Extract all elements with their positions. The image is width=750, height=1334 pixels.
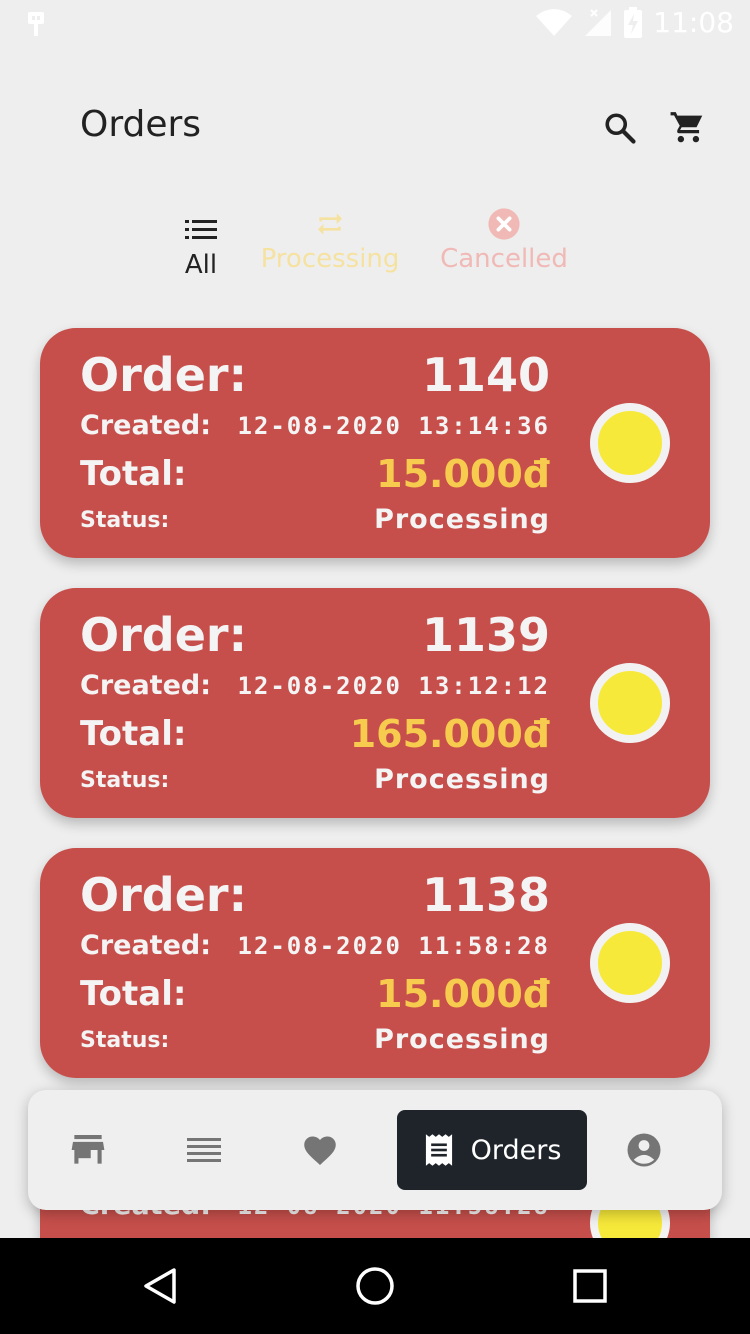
order-label: Order: [80,868,247,922]
nav-orders-active[interactable]: Orders [397,1110,587,1190]
order-label: Order: [80,608,247,662]
tab-cancelled[interactable]: Cancelled [436,204,572,274]
app-header: Orders [0,100,750,160]
receipt-icon [425,1134,452,1166]
status-label: Status: [80,1028,170,1053]
recents-square-icon [573,1269,607,1303]
system-navigation-bar [0,1238,750,1334]
system-recents-button[interactable] [568,1264,612,1308]
order-card[interactable]: Order: 1138 Created: 12-08-2020 11:58:28… [40,848,710,1078]
order-total: 15.000đ [376,452,550,496]
created-date: 12-08-2020 13:12:12 [237,672,550,700]
total-label: Total: [80,454,187,494]
status-indicator-dot [590,403,670,483]
order-status: Processing [374,764,550,795]
nav-profile[interactable] [612,1110,676,1190]
wifi-icon [536,8,573,36]
clock: 11:08 [653,6,734,39]
status-label: Status: [80,508,170,533]
nav-favorites[interactable] [288,1110,352,1190]
system-back-button[interactable] [138,1264,182,1308]
system-home-button[interactable] [353,1264,397,1308]
tab-all[interactable]: All [176,210,226,280]
search-button[interactable] [600,108,640,148]
page-title: Orders [80,104,202,145]
menu-lines-icon [187,1138,221,1162]
order-card[interactable]: Order: 1140 Created: 12-08-2020 13:14:36… [40,328,710,558]
order-card[interactable]: Order: 1139 Created: 12-08-2020 13:12:12… [40,588,710,818]
home-circle-icon [356,1267,394,1305]
order-status: Processing [374,504,550,535]
cart-button[interactable] [668,108,708,148]
back-triangle-icon [144,1268,176,1304]
created-date: 12-08-2020 11:58:28 [237,932,550,960]
order-filter-tabs: All Processing Cancelled [0,208,750,300]
list-icon [185,220,217,239]
nav-store[interactable] [56,1110,120,1190]
repeat-icon [318,213,342,235]
nav-menu[interactable] [172,1110,236,1190]
order-id: 1140 [421,348,550,402]
heart-icon [304,1136,336,1165]
tab-processing[interactable]: Processing [258,204,402,274]
order-id: 1139 [421,608,550,662]
cell-signal-icon [585,8,612,36]
store-icon [71,1135,105,1164]
cart-icon [670,112,703,143]
search-icon [605,113,636,144]
bottom-navigation: Orders [28,1090,722,1210]
order-label: Order: [80,348,247,402]
status-indicator-dot [590,663,670,743]
tab-cancelled-label: Cancelled [440,244,568,274]
account-circle-icon [627,1133,661,1167]
created-label: Created: [80,930,212,961]
cancel-circle-icon [488,208,520,240]
status-bar: 11:08 [0,0,750,50]
battery-charging-icon [624,6,643,38]
total-label: Total: [80,714,187,754]
created-label: Created: [80,410,212,441]
nav-orders-label: Orders [470,1134,562,1166]
order-id: 1138 [421,868,550,922]
usb-debug-icon [28,12,44,36]
tab-processing-label: Processing [260,244,400,274]
created-label: Created: [80,670,212,701]
created-date: 12-08-2020 13:14:36 [237,412,550,440]
order-status: Processing [374,1024,550,1055]
status-label: Status: [80,768,170,793]
total-label: Total: [80,974,187,1014]
order-total: 165.000đ [349,712,550,756]
status-indicator-dot [590,923,670,1003]
tab-all-label: All [184,250,218,280]
order-total: 15.000đ [376,972,550,1016]
